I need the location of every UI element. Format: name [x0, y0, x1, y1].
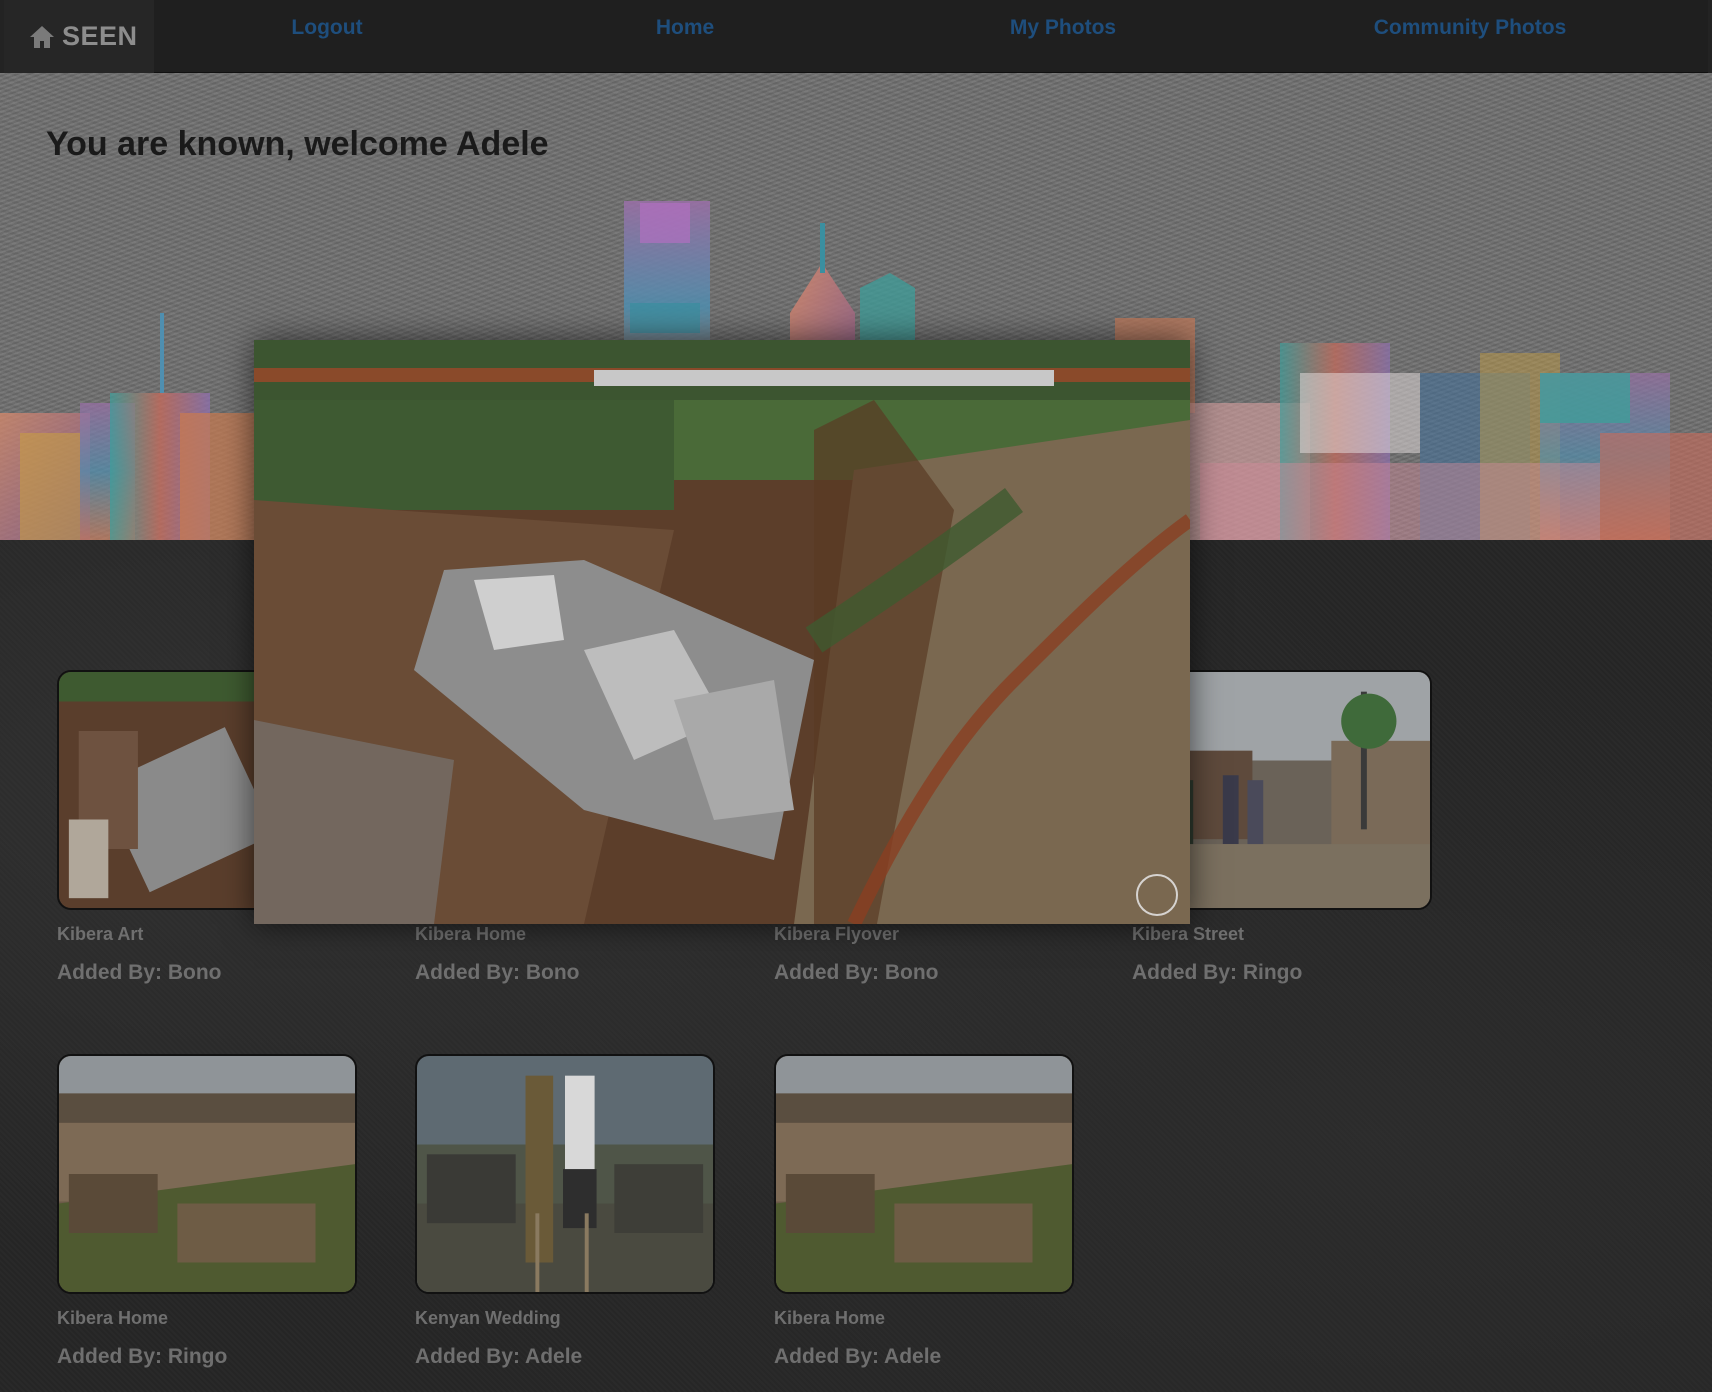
photo-card: Kibera Home Added By: Adele	[774, 1054, 1074, 1369]
nav-link-logout[interactable]: Logout	[291, 16, 362, 40]
photo-added-by: Added By: Adele	[415, 1345, 583, 1368]
photo-title: Kibera Art	[57, 924, 144, 944]
photo-card: Kibera Home Added By: Ringo	[57, 1054, 357, 1369]
photo-title: Kibera Home	[774, 1308, 886, 1328]
nav-link-home[interactable]: Home	[656, 16, 714, 40]
nav-link-my-photos[interactable]: My Photos	[1010, 16, 1116, 40]
photo-thumbnail[interactable]	[415, 1054, 715, 1294]
photo-thumbnail[interactable]	[57, 1054, 357, 1294]
photo-title: Kibera Street	[1132, 924, 1245, 944]
photo-title: Kibera Home	[415, 924, 527, 944]
home-icon	[30, 25, 54, 48]
welcome-heading: You are known, welcome Adele	[46, 125, 549, 163]
photo-title: Kenyan Wedding	[415, 1308, 561, 1328]
signature-icon	[1136, 874, 1178, 916]
photo-added-by: Added By: Ringo	[1132, 961, 1303, 984]
navbar: SEEN Logout Home My Photos Community Pho…	[4, 0, 1708, 73]
aerial-photo-image	[254, 340, 1190, 924]
photo-added-by: Added By: Ringo	[57, 1345, 228, 1368]
photo-added-by: Added By: Adele	[774, 1345, 942, 1368]
photo-title: Kibera Flyover	[774, 924, 900, 944]
photo-thumbnail[interactable]	[774, 1054, 1074, 1294]
enlarged-photo[interactable]	[254, 340, 1190, 924]
nav-link-community-photos[interactable]: Community Photos	[1374, 16, 1567, 40]
photo-title: Kibera Home	[57, 1308, 169, 1328]
brand-logo[interactable]: SEEN	[4, 0, 154, 73]
photo-added-by: Added By: Bono	[57, 961, 222, 984]
photo-card: Kenyan Wedding Added By: Adele	[415, 1054, 715, 1369]
brand-name: SEEN	[62, 21, 138, 51]
photo-added-by: Added By: Bono	[774, 961, 939, 984]
photo-added-by: Added By: Bono	[415, 961, 580, 984]
